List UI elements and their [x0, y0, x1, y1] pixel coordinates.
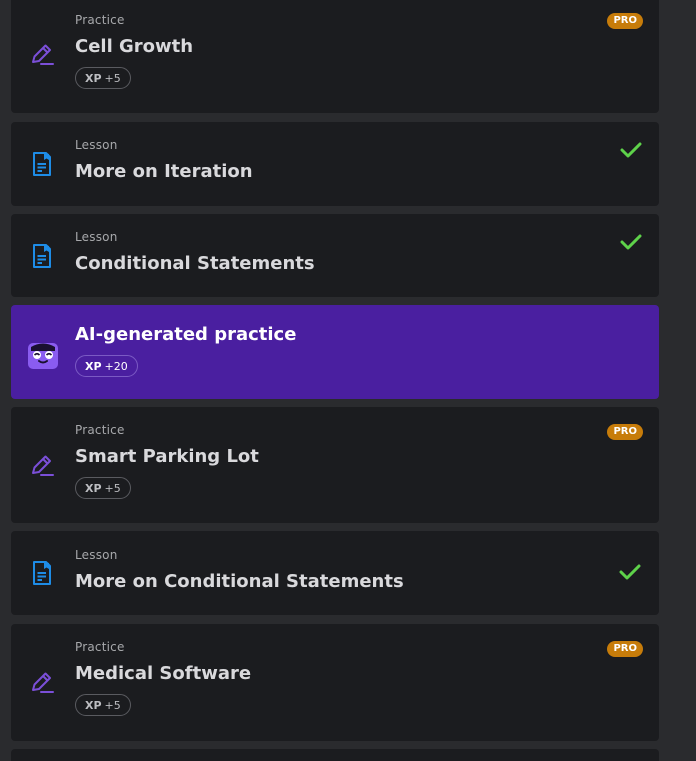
xp-value: +5 — [104, 698, 121, 712]
list-item-practice-medical-software[interactable]: Practice Medical Software XP +5 PRO — [11, 624, 659, 741]
item-title: Cell Growth — [75, 36, 194, 57]
list-item-lesson-more-on-iteration[interactable]: Lesson More on Iteration — [11, 122, 659, 206]
list-item-lesson-conditional-statements[interactable]: Lesson Conditional Statements — [11, 214, 659, 297]
xp-label: XP — [85, 71, 102, 85]
list-item-lesson-more-on-conditional-statements[interactable]: Lesson More on Conditional Statements — [11, 531, 659, 615]
xp-label: XP — [85, 359, 102, 373]
item-title: AI-generated practice — [75, 324, 297, 345]
pro-badge: PRO — [607, 424, 643, 440]
list-item-partial[interactable] — [11, 749, 659, 761]
xp-badge: XP +5 — [75, 477, 131, 499]
item-type: Lesson — [75, 138, 118, 152]
item-type: Practice — [75, 13, 125, 27]
xp-badge: XP +20 — [75, 355, 138, 377]
list-item-practice-smart-parking-lot[interactable]: Practice Smart Parking Lot XP +5 PRO — [11, 407, 659, 523]
check-icon — [619, 564, 641, 580]
pencil-icon — [29, 452, 55, 478]
xp-value: +20 — [104, 359, 128, 373]
ai-bot-icon — [27, 339, 59, 371]
lesson-doc-icon — [29, 243, 55, 269]
lesson-list: Practice Cell Growth XP +5 PRO Lesson Mor… — [0, 0, 696, 761]
list-item-practice-cell-growth[interactable]: Practice Cell Growth XP +5 PRO — [11, 0, 659, 113]
item-type: Practice — [75, 423, 125, 437]
xp-value: +5 — [104, 481, 121, 495]
check-icon — [620, 142, 642, 158]
lesson-doc-icon — [29, 560, 55, 586]
xp-badge: XP +5 — [75, 67, 131, 89]
pro-badge: PRO — [607, 13, 643, 29]
item-title: More on Iteration — [75, 161, 253, 182]
lesson-doc-icon — [29, 151, 55, 177]
item-title: More on Conditional Statements — [75, 571, 404, 592]
xp-value: +5 — [104, 71, 121, 85]
pencil-icon — [29, 669, 55, 695]
list-item-ai-generated-practice[interactable]: AI-generated practice XP +20 — [11, 305, 659, 399]
item-title: Medical Software — [75, 663, 252, 684]
item-title: Conditional Statements — [75, 253, 315, 274]
check-icon — [620, 234, 642, 250]
xp-label: XP — [85, 481, 102, 495]
xp-label: XP — [85, 698, 102, 712]
item-type: Lesson — [75, 548, 118, 562]
item-type: Lesson — [75, 230, 118, 244]
pro-badge: PRO — [607, 641, 643, 657]
item-type: Practice — [75, 640, 125, 654]
item-title: Smart Parking Lot — [75, 446, 259, 467]
pencil-icon — [29, 41, 55, 67]
xp-badge: XP +5 — [75, 694, 131, 716]
